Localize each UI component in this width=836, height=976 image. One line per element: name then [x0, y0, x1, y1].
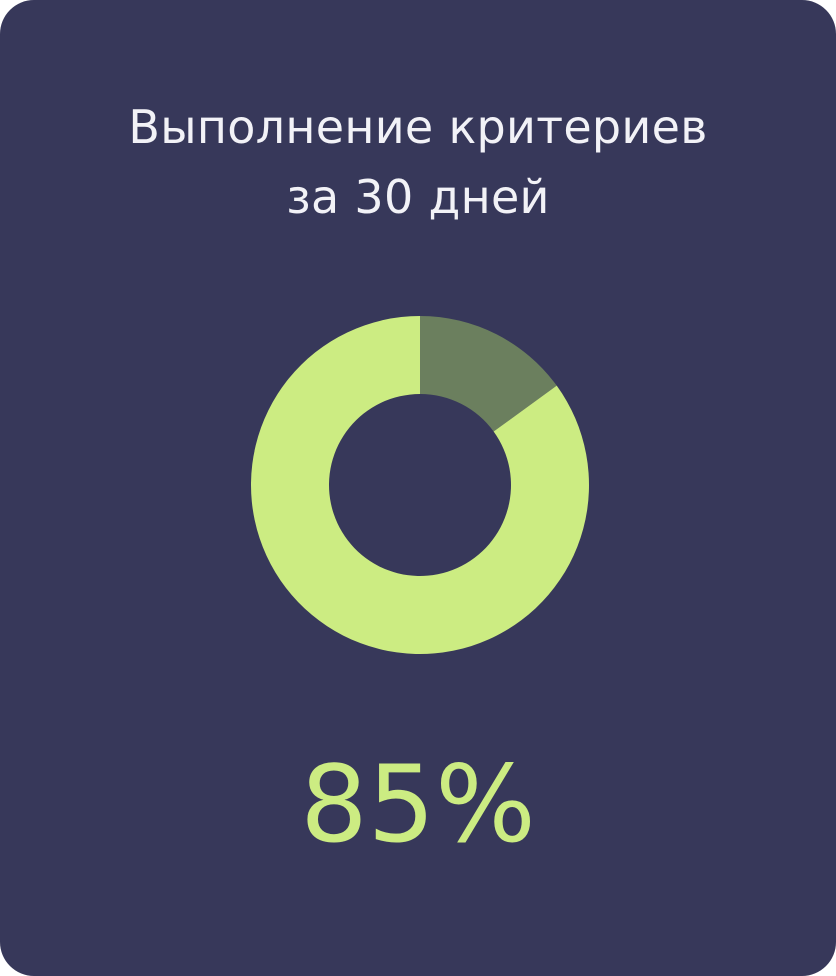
card-title-line-1: Выполнение критериев — [128, 100, 708, 154]
completion-card: Выполнение критериев за 30 дней 85% — [0, 0, 836, 976]
completion-donut-chart — [251, 316, 589, 654]
completion-percentage: 85% — [300, 743, 536, 866]
card-title-line-2: за 30 дней — [286, 170, 550, 224]
